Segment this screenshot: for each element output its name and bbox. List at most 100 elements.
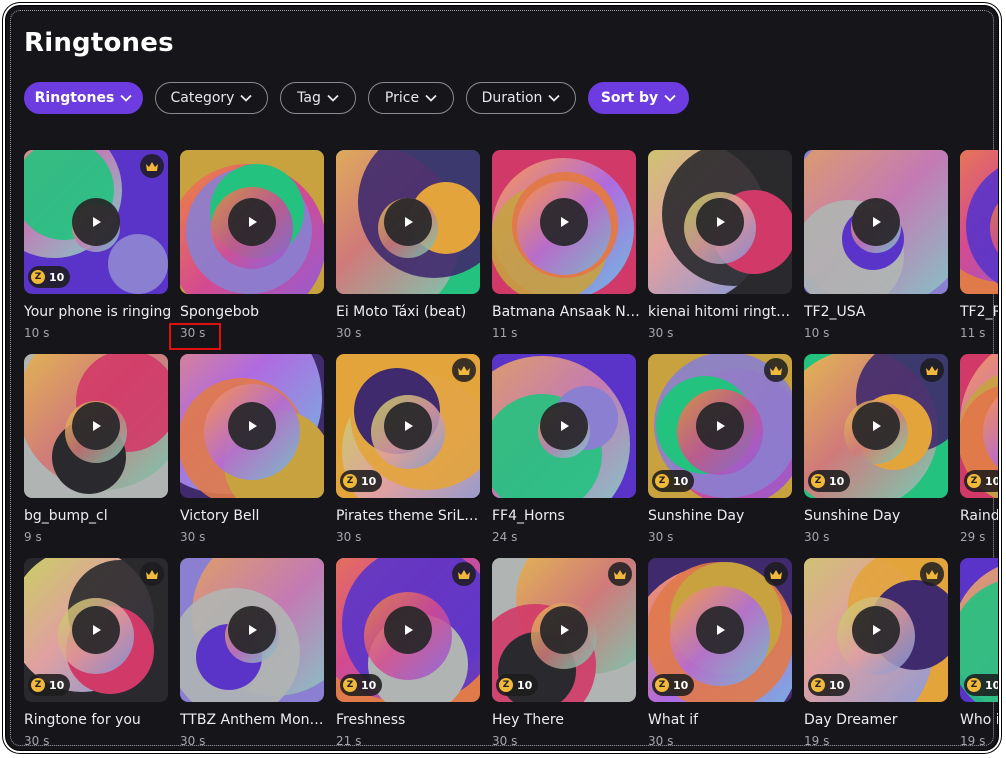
ringtone-artwork[interactable]: [492, 354, 636, 498]
ringtone-artwork[interactable]: [960, 150, 998, 294]
price-filter-button[interactable]: Price: [368, 82, 454, 114]
ringtone-artwork[interactable]: Z 10: [804, 558, 948, 702]
ringtone-name[interactable]: Freshness: [336, 712, 486, 728]
ringtone-name[interactable]: What if: [648, 712, 798, 728]
ringtone-name[interactable]: Raindr: [960, 508, 998, 524]
ringtone-name[interactable]: TF2_USA: [804, 304, 954, 320]
ringtone-name[interactable]: Sunshine Day: [648, 508, 798, 524]
ringtone-name[interactable]: Who is: [960, 712, 998, 728]
play-icon[interactable]: [852, 402, 900, 450]
page-title: Ringtones: [24, 28, 174, 58]
price-value: 10: [985, 678, 998, 692]
ringtone-name[interactable]: FF4_Horns: [492, 508, 642, 524]
ringtone-card[interactable]: Z 10 Hey There 30 s: [492, 558, 636, 750]
ringtone-artwork[interactable]: [492, 150, 636, 294]
ringtone-artwork[interactable]: [180, 558, 324, 702]
ringtone-artwork[interactable]: Z 10: [492, 558, 636, 702]
ringtone-card[interactable]: Z 10 Raindr 29 s: [960, 354, 998, 558]
ringtone-name[interactable]: Batmana Ansaak No...: [492, 304, 642, 320]
ringtone-artwork[interactable]: [648, 150, 792, 294]
duration-filter-button[interactable]: Duration: [466, 82, 576, 114]
ringtone-name[interactable]: Pirates theme SriLan...: [336, 508, 486, 524]
play-icon[interactable]: [852, 606, 900, 654]
ringtone-card[interactable]: Batmana Ansaak No... 11 s: [492, 150, 642, 354]
play-icon[interactable]: [696, 402, 744, 450]
ringtone-card[interactable]: Z 10 Pirates theme SriLan... 30 s: [336, 354, 486, 558]
price-badge: Z 10: [964, 470, 998, 492]
ringtone-artwork[interactable]: Z 10: [24, 150, 168, 294]
ringtone-artwork[interactable]: [24, 354, 168, 498]
play-icon[interactable]: [228, 198, 276, 246]
ringtone-name[interactable]: Day Dreamer: [804, 712, 954, 728]
play-icon[interactable]: [72, 402, 120, 450]
ringtone-artwork[interactable]: Z 10: [336, 558, 480, 702]
ringtone-card[interactable]: Z 10 Who is 19 s: [960, 558, 998, 750]
play-icon[interactable]: [72, 198, 120, 246]
ringtone-card[interactable]: Z 10 Freshness 21 s: [336, 558, 480, 750]
ringtone-card[interactable]: Victory Bell 30 s: [180, 354, 324, 558]
ringtone-duration: 30 s: [648, 734, 674, 748]
ringtone-artwork[interactable]: Z 10: [336, 354, 480, 498]
ringtone-artwork[interactable]: Z 10: [804, 354, 948, 498]
ringtone-card[interactable]: Z 10 Your phone is ringing 10 s: [24, 150, 171, 354]
ringtone-name[interactable]: kienai hitomi ringtone: [648, 304, 798, 320]
ringtone-artwork[interactable]: Z 10: [648, 558, 792, 702]
sort-by-button[interactable]: Sort by: [588, 82, 689, 114]
play-icon[interactable]: [384, 198, 432, 246]
ringtone-duration: 24 s: [492, 530, 518, 544]
ringtone-name[interactable]: Hey There: [492, 712, 642, 728]
ringtone-artwork[interactable]: Z 10: [648, 354, 792, 498]
play-icon[interactable]: [540, 606, 588, 654]
ringtone-artwork[interactable]: Z 10: [24, 558, 168, 702]
chevron-down-icon: [664, 94, 676, 102]
ringtone-artwork[interactable]: Z 10: [960, 558, 998, 702]
crown-icon: [920, 562, 944, 586]
play-icon[interactable]: [228, 606, 276, 654]
tag-filter-button[interactable]: Tag: [280, 82, 356, 114]
ringtone-artwork[interactable]: [180, 354, 324, 498]
ringtone-name[interactable]: Ei Moto Táxi (beat): [336, 304, 486, 320]
ringtone-artwork[interactable]: [180, 150, 324, 294]
ringtones-filter-button[interactable]: Ringtones: [24, 82, 143, 114]
ringtone-name[interactable]: TTBZ Anthem Monsta: [180, 712, 330, 728]
ringtone-name[interactable]: TF2_RO: [960, 304, 998, 320]
ringtone-card[interactable]: FF4_Horns 24 s: [492, 354, 636, 558]
coin-icon: Z: [811, 474, 825, 488]
play-icon[interactable]: [384, 402, 432, 450]
play-icon[interactable]: [540, 198, 588, 246]
ringtone-card[interactable]: Z 10 What if 30 s: [648, 558, 792, 750]
highlight-box: [169, 323, 221, 350]
ringtone-artwork[interactable]: [336, 150, 480, 294]
ringtone-card[interactable]: Ei Moto Táxi (beat) 30 s: [336, 150, 480, 354]
ringtone-card[interactable]: Z 10 Sunshine Day 30 s: [648, 354, 792, 558]
ringtone-card[interactable]: TTBZ Anthem Monsta 30 s: [180, 558, 330, 750]
ringtone-card[interactable]: kienai hitomi ringtone 30 s: [648, 150, 798, 354]
play-icon[interactable]: [384, 606, 432, 654]
ringtone-artwork[interactable]: Z 10: [960, 354, 998, 498]
ringtone-card[interactable]: Z 10 Day Dreamer 19 s: [804, 558, 948, 750]
play-icon[interactable]: [540, 402, 588, 450]
ringtone-name[interactable]: Your phone is ringing: [24, 304, 174, 320]
price-value: 10: [361, 474, 377, 488]
ringtone-name[interactable]: Sunshine Day: [804, 508, 954, 524]
coin-icon: Z: [31, 678, 45, 692]
play-icon[interactable]: [228, 402, 276, 450]
play-icon[interactable]: [696, 198, 744, 246]
ringtone-name[interactable]: Spongebob: [180, 304, 330, 320]
play-icon[interactable]: [72, 606, 120, 654]
ringtone-artwork[interactable]: [804, 150, 948, 294]
chip-label: Tag: [297, 90, 321, 106]
category-filter-button[interactable]: Category: [155, 82, 268, 114]
ringtone-card[interactable]: TF2_USA 10 s: [804, 150, 948, 354]
ringtone-name[interactable]: bg_bump_cl: [24, 508, 174, 524]
play-icon[interactable]: [852, 198, 900, 246]
ringtone-card[interactable]: Z 10 Ringtone for you 30 s: [24, 558, 168, 750]
chip-label: Duration: [481, 90, 543, 106]
ringtones-page: Ringtones Ringtones Category Tag Price D…: [6, 6, 998, 750]
ringtone-card[interactable]: TF2_RO 11 s: [960, 150, 998, 354]
ringtone-name[interactable]: Victory Bell: [180, 508, 330, 524]
ringtone-name[interactable]: Ringtone for you: [24, 712, 174, 728]
ringtone-card[interactable]: bg_bump_cl 9 s: [24, 354, 168, 558]
ringtone-card[interactable]: Z 10 Sunshine Day 30 s: [804, 354, 948, 558]
play-icon[interactable]: [696, 606, 744, 654]
